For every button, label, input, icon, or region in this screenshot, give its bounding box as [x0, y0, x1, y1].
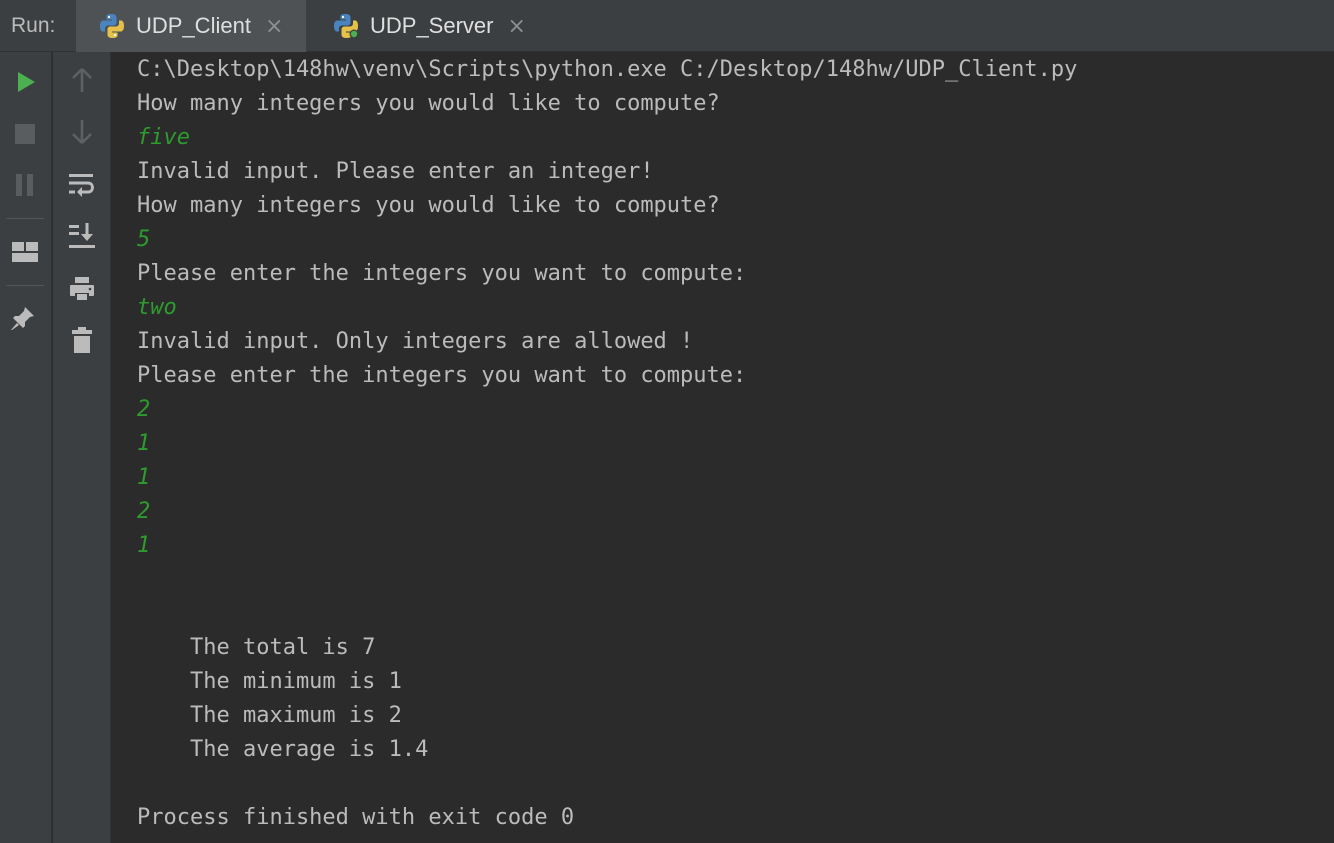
console-output-line: Invalid input. Please enter an integer!	[137, 159, 654, 184]
run-icon[interactable]	[9, 66, 41, 98]
console-output-line: How many integers you would like to comp…	[137, 91, 720, 116]
python-file-icon	[98, 12, 126, 40]
tab-label: UDP_Client	[136, 13, 251, 38]
console-output-line: The total is 7	[137, 635, 376, 660]
console-output[interactable]: C:\Desktop\148hw\venv\Scripts\python.exe…	[137, 53, 1317, 835]
console-output-line: How many integers you would like to comp…	[137, 193, 720, 218]
console-actions-toolbar	[53, 52, 111, 843]
console-input-line: 2	[137, 499, 151, 524]
toolbar-separator	[6, 218, 44, 219]
console-input-line: 1	[137, 533, 151, 558]
scroll-to-end-icon[interactable]	[66, 220, 98, 252]
close-icon[interactable]: ×	[507, 14, 525, 39]
pin-icon[interactable]	[7, 302, 39, 334]
arrow-down-icon[interactable]	[66, 116, 98, 148]
run-label: Run:	[11, 14, 56, 37]
console-output-line: The maximum is 2	[137, 703, 402, 728]
console-output-line: Please enter the integers you want to co…	[137, 363, 747, 388]
console-input-line: five	[137, 125, 190, 150]
console-output-line: Invalid input. Only integers are allowed…	[137, 329, 694, 354]
console-output-line: Please enter the integers you want to co…	[137, 261, 747, 286]
console-input-line: 1	[137, 465, 151, 490]
stop-icon[interactable]	[9, 118, 41, 150]
print-icon[interactable]	[66, 273, 98, 305]
close-icon[interactable]: ×	[265, 14, 283, 39]
console-output-line: C:\Desktop\148hw\venv\Scripts\python.exe…	[137, 57, 1078, 82]
soft-wrap-icon[interactable]	[66, 169, 98, 201]
trash-icon[interactable]	[66, 324, 98, 356]
layout-icon[interactable]	[9, 236, 41, 268]
arrow-up-icon[interactable]	[66, 64, 98, 96]
python-running-icon	[332, 12, 360, 40]
run-controls-toolbar	[0, 52, 52, 843]
pause-icon[interactable]	[9, 169, 41, 201]
console-output-line: The minimum is 1	[137, 669, 402, 694]
console-output-line: Process finished with exit code 0	[137, 805, 575, 830]
tab-udp-client[interactable]: UDP_Client ×	[76, 0, 306, 52]
tab-udp-server[interactable]: UDP_Server ×	[310, 0, 540, 52]
console-input-line: two	[137, 295, 177, 320]
console-input-line: 5	[137, 227, 151, 252]
tab-label: UDP_Server	[370, 13, 494, 38]
console-input-line: 1	[137, 431, 151, 456]
toolbar-separator	[6, 285, 44, 286]
run-tab-bar: Run: UDP_Client × UDP_Server ×	[0, 0, 1334, 52]
console-input-line: 2	[137, 397, 151, 422]
console-output-line: The average is 1.4	[137, 737, 429, 762]
